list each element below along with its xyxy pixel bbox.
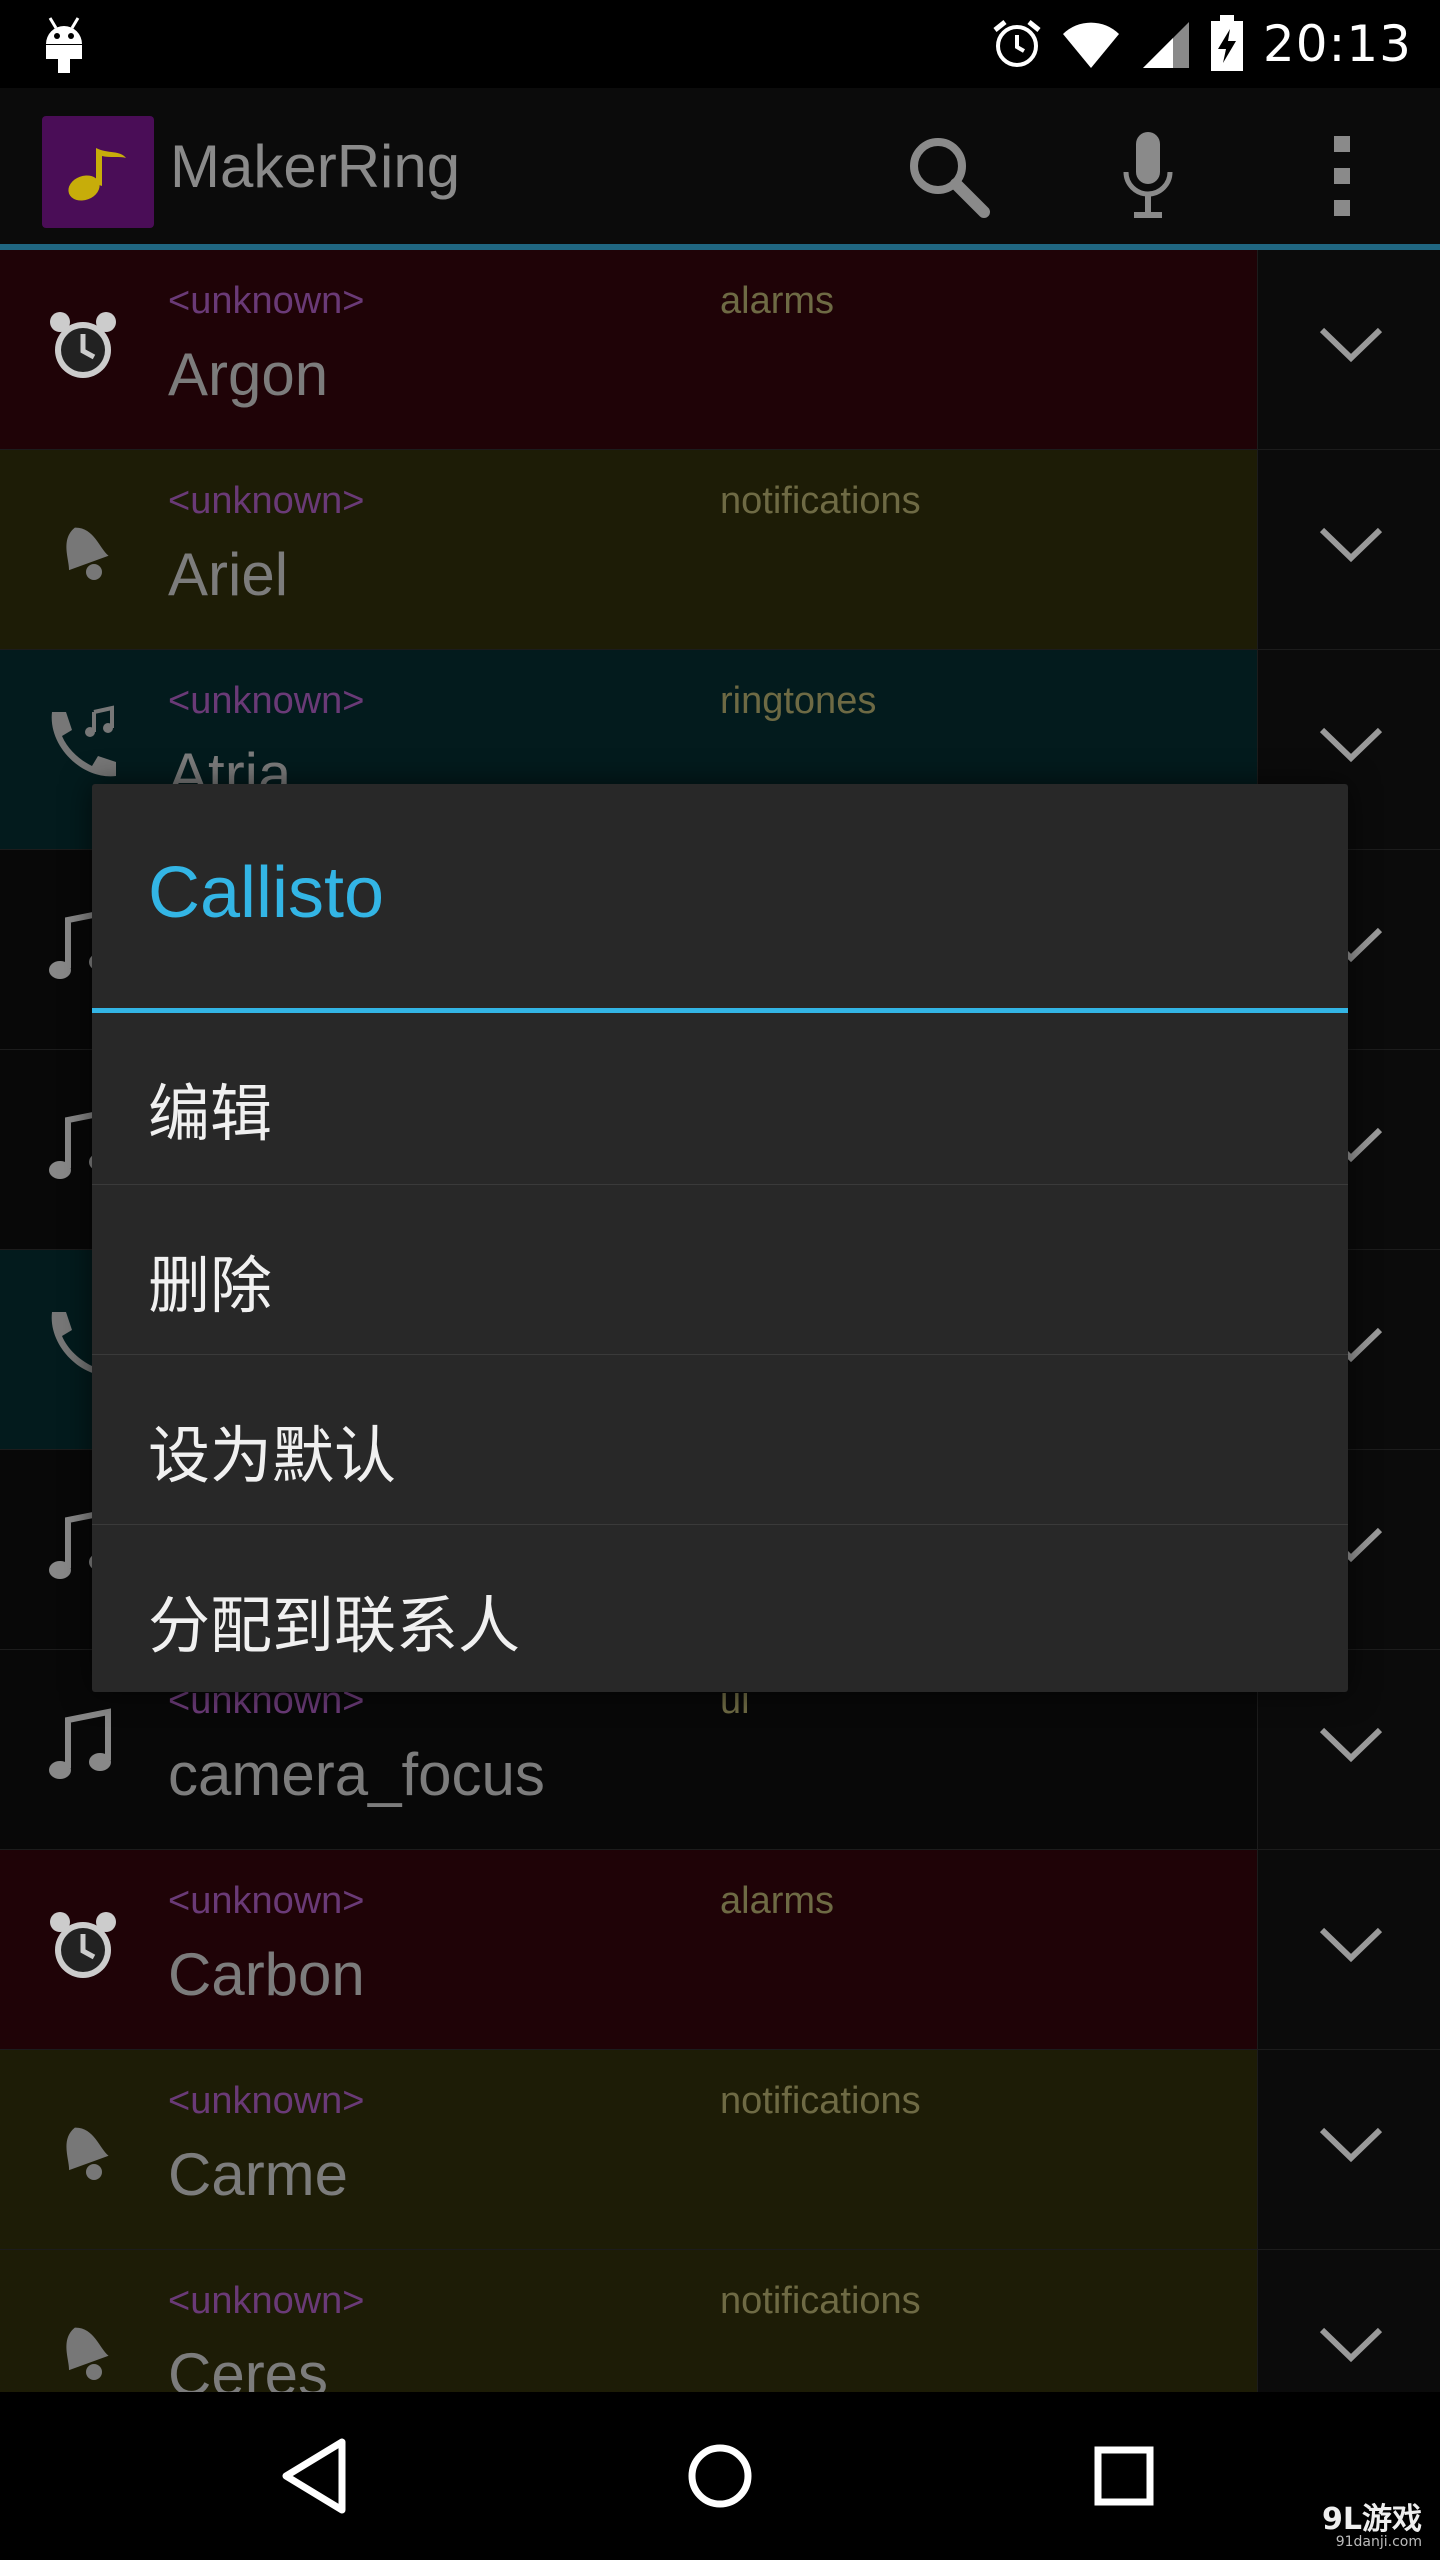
battery-charging-icon <box>1210 15 1243 71</box>
list-item[interactable]: <unknown> alarms Argon <box>0 250 1440 450</box>
menu-item-edit[interactable]: 编辑 <box>92 1013 1348 1183</box>
microphone-icon[interactable] <box>1100 128 1196 224</box>
item-artist: <unknown> <box>168 480 365 522</box>
bell-icon <box>66 527 109 580</box>
chevron-down-icon <box>1319 1727 1383 1763</box>
home-icon[interactable] <box>670 2426 770 2526</box>
item-artist: <unknown> <box>168 1880 365 1922</box>
item-category: alarms <box>720 1880 835 1922</box>
status-bar: 20:13 <box>0 0 1440 88</box>
context-menu-dialog: Callisto 编辑 删除 设为默认 分配到联系人 <box>92 784 1348 1692</box>
chevron-down-icon <box>1319 327 1383 363</box>
music-note-icon <box>49 1708 111 1779</box>
item-category: notifications <box>720 2280 921 2322</box>
expand-button[interactable] <box>1257 1850 1440 2049</box>
expand-button[interactable] <box>1257 450 1440 649</box>
menu-item-set-default[interactable]: 设为默认 <box>92 1354 1348 1525</box>
android-debug-icon <box>46 17 82 73</box>
dialog-title: Callisto <box>148 853 385 933</box>
item-artist: <unknown> <box>168 2080 365 2122</box>
expand-button[interactable] <box>1257 250 1440 449</box>
app-title: MakerRing <box>170 133 461 200</box>
menu-item-label: 设为默认 <box>148 1419 397 1492</box>
back-icon[interactable] <box>266 2426 366 2526</box>
item-name: Argon <box>168 341 329 408</box>
phone-ring-icon <box>51 705 116 777</box>
item-name: camera_focus <box>168 1741 545 1808</box>
alarm-clock-icon <box>50 312 116 378</box>
item-artist: <unknown> <box>168 2280 365 2322</box>
item-name: Ariel <box>168 541 289 608</box>
item-category: alarms <box>720 280 835 322</box>
navigation-bar: 9L游戏 91danji.com <box>0 2392 1440 2560</box>
menu-item-label: 编辑 <box>148 1077 273 1150</box>
bell-icon <box>66 2127 109 2180</box>
menu-item-label: 删除 <box>148 1249 273 1322</box>
item-artist: <unknown> <box>168 680 365 722</box>
item-artist: <unknown> <box>168 280 365 322</box>
list-item[interactable]: <unknown> notifications Ariel <box>0 450 1440 650</box>
item-category: notifications <box>720 480 921 522</box>
item-category: notifications <box>720 2080 921 2122</box>
chevron-down-icon <box>1319 527 1383 563</box>
watermark-logo: 9L游戏 91danji.com <box>1322 2501 1422 2551</box>
item-name: Carbon <box>168 1941 365 2008</box>
item-category: ringtones <box>720 680 877 722</box>
recent-apps-icon[interactable] <box>1074 2426 1174 2526</box>
chevron-down-icon <box>1319 2327 1383 2363</box>
chevron-down-icon <box>1319 2127 1383 2163</box>
list-item[interactable]: <unknown> notifications Carme <box>0 2050 1440 2250</box>
item-name: Carme <box>168 2141 349 2208</box>
alarm-icon <box>993 20 1041 67</box>
chevron-down-icon <box>1319 727 1383 763</box>
expand-button[interactable] <box>1257 2250 1440 2392</box>
item-name: Ceres <box>168 2341 329 2392</box>
chevron-down-icon <box>1319 1927 1383 1963</box>
search-icon[interactable] <box>900 128 996 224</box>
expand-button[interactable] <box>1257 2050 1440 2249</box>
signal-icon <box>1142 22 1189 68</box>
menu-item-label: 分配到联系人 <box>148 1589 521 1662</box>
list-item[interactable]: <unknown> alarms Carbon <box>0 1850 1440 2050</box>
alarm-clock-icon <box>50 1912 116 1978</box>
wifi-icon <box>1062 22 1119 68</box>
overflow-menu-icon[interactable] <box>1294 128 1390 224</box>
menu-item-assign-contact[interactable]: 分配到联系人 <box>92 1524 1348 1695</box>
bell-icon <box>66 2327 109 2380</box>
action-bar: MakerRing <box>0 88 1440 250</box>
app-music-note-icon[interactable] <box>42 116 154 228</box>
menu-item-delete[interactable]: 删除 <box>92 1184 1348 1355</box>
list-item[interactable]: <unknown> notifications Ceres <box>0 2250 1440 2392</box>
status-time: 20:13 <box>1262 15 1412 73</box>
